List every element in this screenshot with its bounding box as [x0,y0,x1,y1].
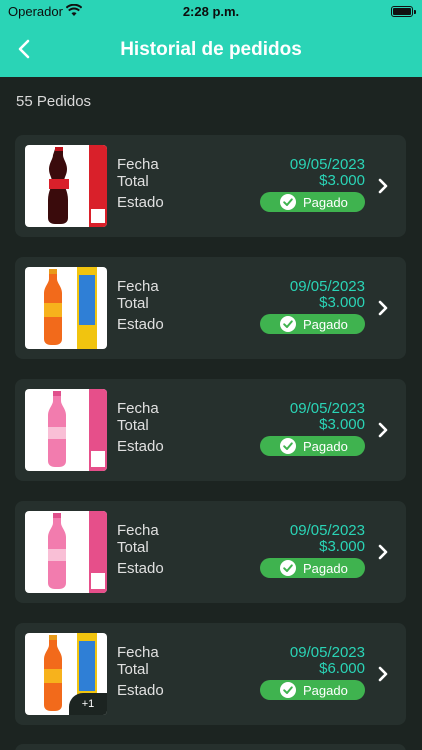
status-text: Pagado [303,439,348,454]
order-date: 09/05/2023 [289,156,365,173]
pink-soda-bottle-icon [48,389,107,471]
status-badge: Pagado [260,436,365,456]
product-thumbnail [25,145,107,227]
battery-icon [391,6,416,17]
date-label: Fecha [117,156,159,173]
order-date: 09/05/2023 [289,644,365,661]
chevron-right-icon[interactable] [377,665,389,683]
order-card[interactable]: Fecha Total Estado 09/05/2023 $3.000 Pagado [15,257,406,359]
order-card[interactable]: Fecha Total Estado 09/05/2023 $3.000 Pagado [15,135,406,237]
status-text: Pagado [303,561,348,576]
product-thumbnail [25,267,107,349]
status-text: Pagado [303,683,348,698]
order-date: 09/05/2023 [289,522,365,539]
order-date: 09/05/2023 [289,400,365,417]
status-bar: Operador 2:28 p.m. [0,0,422,24]
check-circle-icon [280,316,296,332]
status-text: Pagado [303,195,348,210]
date-label: Fecha [117,400,159,417]
product-thumbnail: +1 [25,633,107,715]
total-label: Total [117,295,149,312]
extra-items-badge: +1 [69,693,107,715]
order-count: 55 Pedidos [16,93,92,110]
date-label: Fecha [117,522,159,539]
order-total: $6.000 [319,660,365,677]
order-card[interactable]: +1 Fecha Total Estado 09/05/2023 $6.000 Pagado [15,623,406,725]
status-badge: Pagado [260,680,365,700]
status-text: Pagado [303,317,348,332]
clock: 2:28 p.m. [182,4,240,19]
page-title: Historial de pedidos [120,39,302,60]
order-total: $3.000 [319,538,365,555]
total-label: Total [117,539,149,556]
status-label: Estado [117,194,164,211]
status-badge: Pagado [260,314,365,334]
date-label: Fecha [117,278,159,295]
total-label: Total [117,173,149,190]
check-circle-icon [280,194,296,210]
chevron-right-icon[interactable] [377,421,389,439]
order-card[interactable]: Fecha Total Estado 09/05/2023 $3.000 Pagado [15,379,406,481]
product-thumbnail [25,511,107,593]
cola-bottle-icon [48,145,107,227]
order-total: $3.000 [319,416,365,433]
status-label: Estado [117,438,164,455]
check-circle-icon [280,438,296,454]
order-total: $3.000 [319,294,365,311]
chevron-right-icon[interactable] [377,543,389,561]
order-total: $3.000 [319,172,365,189]
status-label: Estado [117,316,164,333]
orange-soda-bottle-icon [44,267,97,349]
order-card-partial[interactable] [15,744,406,750]
order-date: 09/05/2023 [289,278,365,295]
check-circle-icon [280,682,296,698]
status-label: Estado [117,682,164,699]
pink-soda-bottle-icon [48,511,107,593]
nav-bar: Historial de pedidos [0,24,422,77]
status-label: Estado [117,560,164,577]
date-label: Fecha [117,644,159,661]
total-label: Total [117,661,149,678]
chevron-right-icon[interactable] [377,177,389,195]
status-badge: Pagado [260,192,365,212]
status-badge: Pagado [260,558,365,578]
total-label: Total [117,417,149,434]
chevron-right-icon[interactable] [377,299,389,317]
order-card[interactable]: Fecha Total Estado 09/05/2023 $3.000 Pagado [15,501,406,603]
check-circle-icon [280,560,296,576]
product-thumbnail [25,389,107,471]
